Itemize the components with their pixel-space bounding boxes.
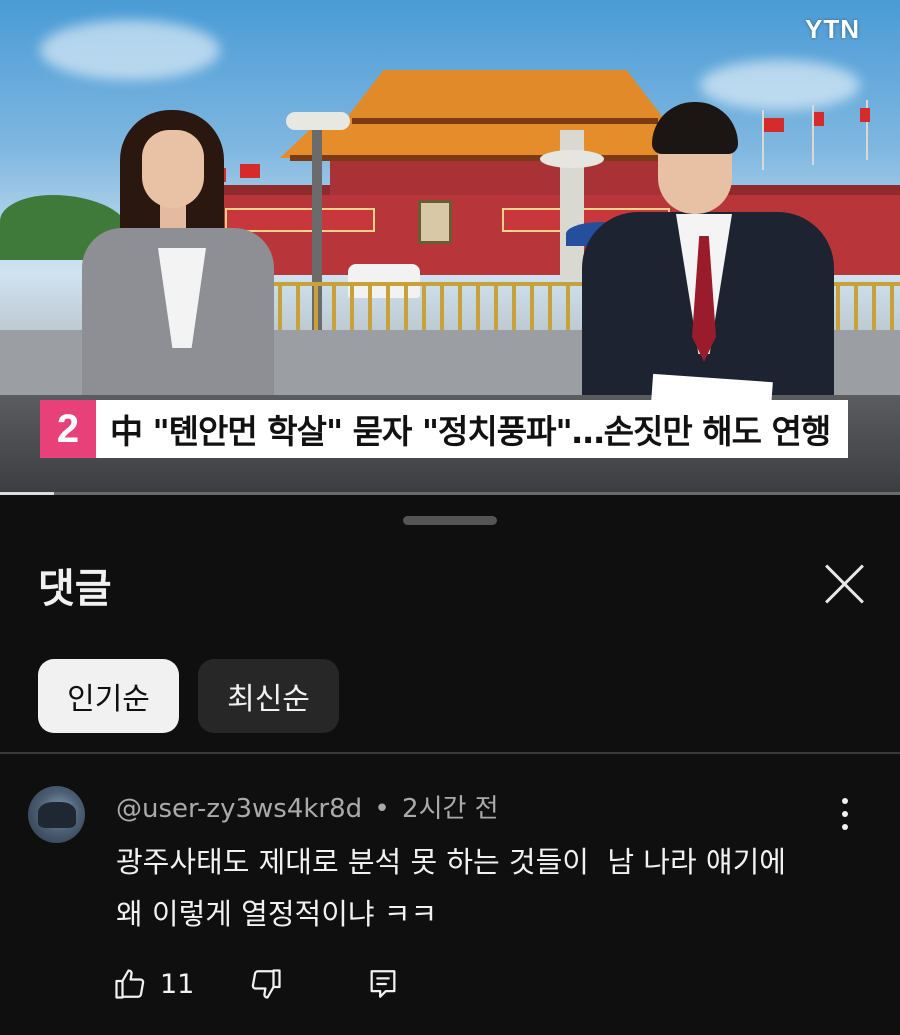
background-eave <box>290 155 690 161</box>
background-lamp-head <box>286 112 350 130</box>
background-flag <box>764 118 784 132</box>
like-button[interactable]: 11 <box>112 966 194 1002</box>
reply-button[interactable] <box>366 966 400 1002</box>
background-flag <box>240 164 260 178</box>
background-portrait <box>418 200 452 244</box>
background-flag <box>814 112 824 126</box>
divider <box>0 752 900 754</box>
sort-chip-newest[interactable]: 최신순 <box>198 659 339 733</box>
comment-text-line: 광주사태도 제대로 분석 못 하는 것들이 남 나라 얘기에 <box>116 845 786 879</box>
news-lower-third: 2 中 "톈안먼 학살" 묻자 "정치풍파"…손짓만 해도 연행 <box>40 400 849 458</box>
video-progress-fill <box>0 492 54 495</box>
dislike-button[interactable] <box>248 966 284 1002</box>
sort-chip-popular[interactable]: 인기순 <box>38 659 179 733</box>
comment-author[interactable]: @user-zy3ws4kr8d <box>116 794 362 824</box>
background-cloud <box>40 20 220 80</box>
background-banner-left <box>225 208 375 232</box>
comment-meta: @user-zy3ws4kr8d • 2시간 전 <box>116 788 499 825</box>
avatar[interactable] <box>28 786 85 843</box>
background-eave <box>352 118 658 124</box>
background-roof-upper <box>345 70 665 120</box>
video-progress-bar[interactable] <box>0 492 900 495</box>
meta-separator: • <box>374 794 390 824</box>
male-anchor-hair <box>652 102 738 154</box>
comments-sheet: 댓글 인기순 최신순 @user-zy3ws4kr8d • 2시간 전 광주사태… <box>0 498 900 1035</box>
comment-text-line: 왜 이렇게 열정적이냐 ㅋㅋ <box>116 897 438 931</box>
female-anchor-face <box>142 130 204 208</box>
background-pillar-cap <box>540 150 604 168</box>
comment-actions: 11 <box>112 962 400 1006</box>
headline-number: 2 <box>40 400 96 458</box>
background-cloud <box>700 60 860 110</box>
comment-time: 2시간 전 <box>402 794 499 824</box>
close-icon[interactable] <box>818 558 870 610</box>
headline-text: 中 "톈안먼 학살" 묻자 "정치풍파"…손짓만 해도 연행 <box>96 400 849 458</box>
reply-icon <box>370 970 396 998</box>
sheet-drag-handle[interactable] <box>403 516 497 525</box>
more-vert-icon[interactable] <box>830 794 860 834</box>
thumbs-up-icon <box>115 969 145 999</box>
comments-title: 댓글 <box>38 566 112 612</box>
background-flag <box>860 108 870 122</box>
comment-text: 광주사태도 제대로 분석 못 하는 것들이 남 나라 얘기에 왜 이렇게 열정적… <box>116 836 846 940</box>
channel-logo: YTN <box>805 14 860 44</box>
avatar-image <box>38 802 76 828</box>
thumbs-down-icon <box>252 969 281 999</box>
like-count: 11 <box>160 968 195 1000</box>
video-player[interactable]: YTN 2 中 "톈안먼 학살" 묻자 "정치풍파"…손짓만 해도 연행 <box>0 0 900 495</box>
